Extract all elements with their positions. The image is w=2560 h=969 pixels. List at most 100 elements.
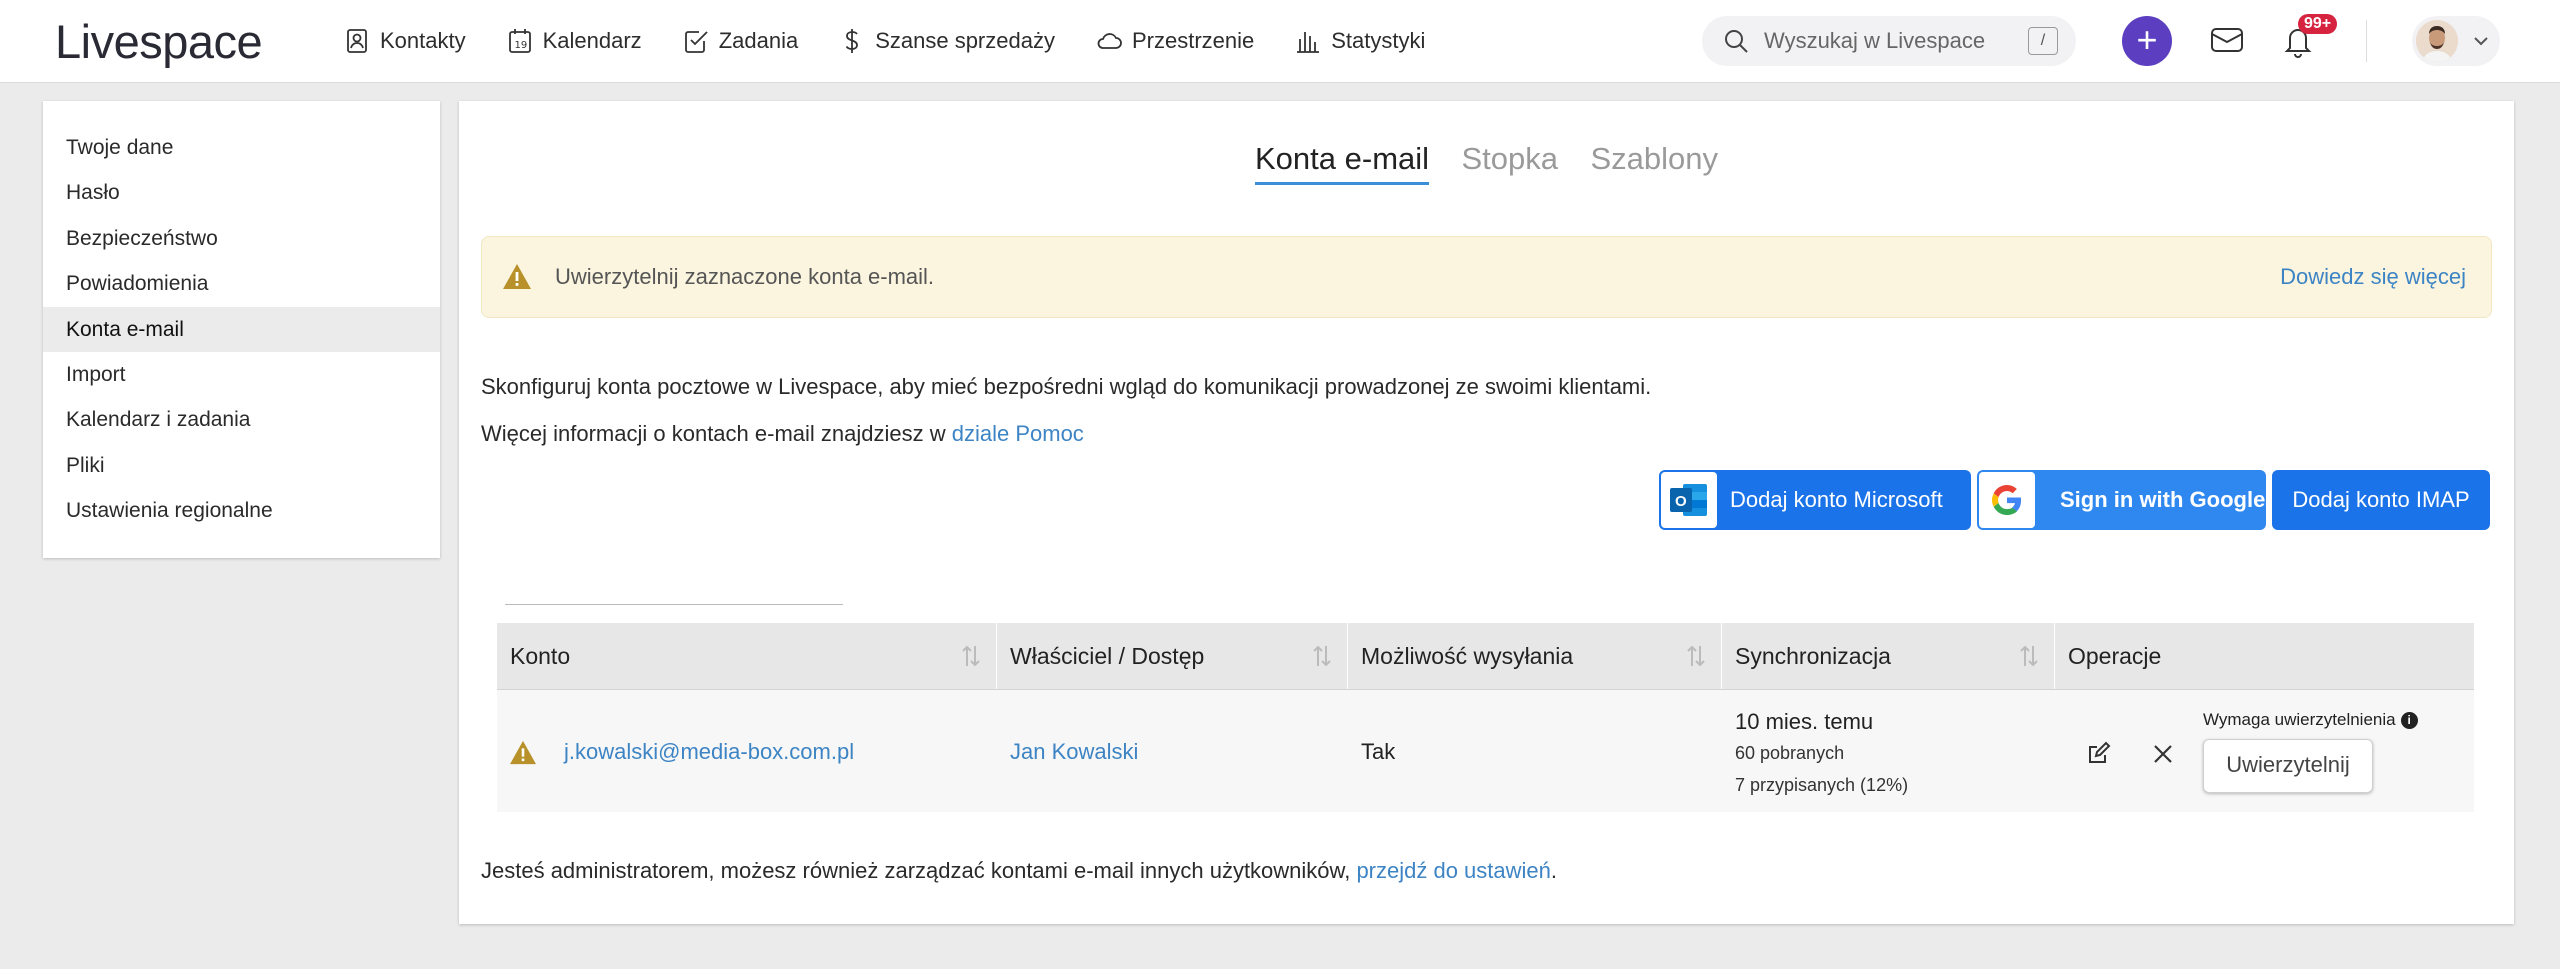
help-text: Więcej informacji o kontach e-mail znajd…: [481, 421, 1084, 447]
warning-icon: [510, 740, 536, 765]
column-header-mozliwosc-wysylania[interactable]: Możliwość wysyłania: [1348, 623, 1722, 689]
search-shortcut-hint: /: [2028, 27, 2058, 55]
search-icon: [1725, 30, 1748, 53]
admin-note-text: Jesteś administratorem, możesz również z…: [481, 858, 1357, 883]
auth-warning-alert: Uwierzytelnij zaznaczone konta e-mail. D…: [481, 236, 2492, 318]
column-header-label: Synchronizacja: [1735, 643, 1891, 669]
divider-line: [505, 604, 843, 605]
sort-icon[interactable]: [1311, 643, 1333, 669]
sort-icon[interactable]: [2018, 643, 2040, 669]
mail-icon[interactable]: [2209, 22, 2245, 58]
svg-text:O: O: [1675, 493, 1687, 510]
livespace-logo[interactable]: Livespace: [55, 14, 263, 69]
sidebar-item-powiadomienia[interactable]: Powiadomienia: [43, 261, 440, 306]
admin-note: Jesteś administratorem, możesz również z…: [481, 858, 1557, 884]
account-email-link[interactable]: j.kowalski@media-box.com.pl: [564, 739, 854, 765]
go-to-settings-link[interactable]: przejdź do ustawień: [1356, 858, 1550, 883]
table-row: j.kowalski@media-box.com.pl Jan Kowalski…: [497, 690, 2474, 812]
owner-link[interactable]: Jan Kowalski: [1010, 739, 1138, 765]
avatar: [2416, 20, 2458, 62]
info-icon[interactable]: i: [2400, 712, 2418, 729]
google-button-label: Sign in with Google: [2060, 487, 2266, 512]
sidebar-item-import[interactable]: Import: [43, 352, 440, 397]
sidebar-item-kalendarz-zadania[interactable]: Kalendarz i zadania: [43, 397, 440, 442]
outlook-icon: O: [1661, 472, 1717, 528]
column-header-label: Operacje: [2068, 643, 2162, 669]
chevron-down-icon: [2474, 37, 2488, 46]
nav-item-zadania[interactable]: Zadania: [682, 27, 799, 55]
top-bar: Livespace Kontakty 19 Kalendarz Zadania …: [0, 0, 2560, 83]
column-header-label: Możliwość wysyłania: [1361, 643, 1574, 669]
alert-message: Uwierzytelnij zaznaczone konta e-mail.: [555, 264, 935, 289]
add-new-button[interactable]: +: [2122, 16, 2172, 66]
sidebar-item-bezpieczenstwo[interactable]: Bezpieczeństwo: [43, 216, 440, 261]
nav-label: Kalendarz: [542, 28, 642, 53]
bar-chart-icon: [1297, 32, 1320, 53]
auth-required-label: Wymaga uwierzytelnienia i: [2203, 710, 2418, 730]
calendar-icon: 19: [508, 29, 531, 53]
tab-szablony[interactable]: Szablony: [1590, 141, 1718, 182]
intro-text: Skonfiguruj konta pocztowe w Livespace, …: [481, 374, 1652, 399]
google-icon: [1979, 472, 2035, 528]
email-accounts-panel: Konta e-mail Stopka Szablony Uwierzyteln…: [459, 101, 2514, 924]
nav-label: Zadania: [718, 28, 799, 53]
sync-assigned: 7 przypisanych (12%): [1735, 775, 1909, 795]
sidebar-item-pliki[interactable]: Pliki: [43, 443, 440, 488]
nav-item-kalendarz[interactable]: 19 Kalendarz: [506, 27, 642, 55]
cell-operations: Wymaga uwierzytelnienia i Uwierzytelnij: [2055, 690, 2474, 812]
sort-icon[interactable]: [1685, 643, 1707, 669]
settings-tabs: Konta e-mail Stopka Szablony: [459, 141, 2514, 185]
cell-can-send: Tak: [1348, 690, 1722, 812]
dollar-icon: [845, 29, 859, 53]
admin-note-suffix: .: [1550, 858, 1558, 883]
nav-item-szanse[interactable]: Szanse sprzedaży: [838, 27, 1055, 55]
sync-time: 10 mies. temu: [1735, 709, 1874, 734]
close-icon[interactable]: [2150, 741, 2176, 767]
nav-item-statystyki[interactable]: Statystyki: [1294, 27, 1425, 55]
notifications-badge: 99+: [2298, 14, 2338, 34]
nav-item-przestrzenie[interactable]: Przestrzenie: [1095, 27, 1254, 55]
add-imap-account-button[interactable]: Dodaj konto IMAP: [2272, 470, 2490, 530]
global-search[interactable]: /: [1702, 16, 2076, 66]
table-header: Konto Właściciel / Dostęp Możliwość wysy…: [497, 623, 2474, 690]
cell-owner: Jan Kowalski: [997, 690, 1348, 812]
sign-in-google-button[interactable]: Sign in with Google: [1977, 470, 2266, 530]
main-nav: Kontakty 19 Kalendarz Zadania Szanse spr…: [343, 0, 1465, 82]
sidebar-item-konta-email[interactable]: Konta e-mail: [43, 306, 440, 352]
email-accounts-table: Konto Właściciel / Dostęp Możliwość wysy…: [497, 623, 2474, 812]
search-input[interactable]: [1762, 27, 2016, 55]
cell-sync: 10 mies. temu 60 pobranych 7 przypisanyc…: [1722, 690, 2055, 812]
sidebar-item-twoje-dane[interactable]: Twoje dane: [43, 125, 440, 170]
column-header-wlasciciel[interactable]: Właściciel / Dostęp: [997, 623, 1348, 689]
warning-icon: [503, 264, 531, 289]
nav-label: Przestrzenie: [1131, 28, 1255, 53]
column-header-konto[interactable]: Konto: [497, 623, 997, 689]
edit-icon[interactable]: [2085, 741, 2111, 767]
column-header-label: Konto: [510, 643, 571, 669]
header-divider: [2366, 20, 2367, 62]
cell-account: j.kowalski@media-box.com.pl: [497, 690, 997, 812]
auth-required-text: Wymaga uwierzytelnienia: [2203, 710, 2396, 729]
contact-icon: [347, 29, 367, 53]
tab-stopka[interactable]: Stopka: [1461, 141, 1558, 182]
cloud-icon: [1097, 33, 1122, 49]
sync-fetched: 60 pobranych: [1735, 743, 1845, 763]
task-check-icon: [684, 31, 708, 53]
add-microsoft-account-button[interactable]: O Dodaj konto Microsoft: [1659, 470, 1971, 530]
sidebar-item-ustawienia-regionalne[interactable]: Ustawienia regionalne: [43, 488, 440, 533]
learn-more-link[interactable]: Dowiedz się więcej: [2280, 264, 2466, 290]
column-header-label: Właściciel / Dostęp: [1010, 643, 1205, 669]
tab-konta-email[interactable]: Konta e-mail: [1255, 141, 1430, 185]
svg-text:19: 19: [514, 40, 527, 51]
authenticate-button[interactable]: Uwierzytelnij: [2203, 739, 2373, 793]
sort-icon[interactable]: [960, 643, 982, 669]
column-header-operacje: Operacje: [2055, 623, 2474, 689]
help-text-prefix: Więcej informacji o kontach e-mail znajd…: [481, 421, 952, 446]
nav-item-kontakty[interactable]: Kontakty: [343, 27, 466, 55]
nav-label: Szanse sprzedaży: [875, 28, 1055, 53]
column-header-synchronizacja[interactable]: Synchronizacja: [1722, 623, 2055, 689]
help-link[interactable]: dziale Pomoc: [952, 421, 1084, 446]
user-menu[interactable]: [2412, 16, 2500, 66]
sidebar-item-haslo[interactable]: Hasło: [43, 170, 440, 215]
settings-sidebar: Twoje dane Hasło Bezpieczeństwo Powiadom…: [43, 101, 440, 558]
